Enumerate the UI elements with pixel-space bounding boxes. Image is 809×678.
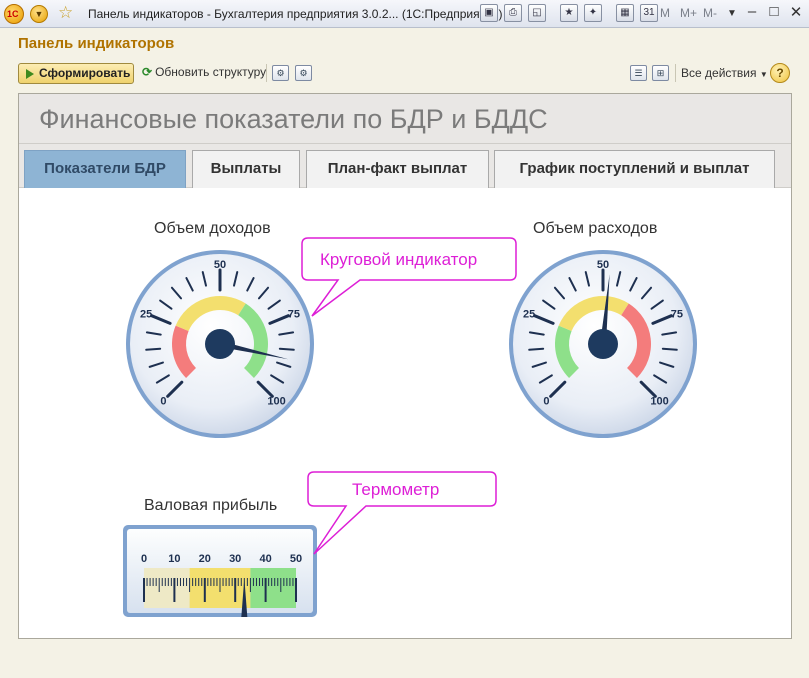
scale-label: 0 — [141, 553, 147, 565]
minor-tick — [528, 347, 545, 351]
thermometer-band-2 — [250, 568, 296, 608]
memory-minus-button[interactable]: M- — [703, 6, 717, 20]
minor-tick — [661, 347, 678, 351]
app-logo-text: 1С — [7, 9, 19, 19]
toolbar-divider — [675, 64, 676, 82]
settings-icon[interactable]: ⚙ — [272, 65, 289, 81]
scale-label: 75 — [671, 308, 683, 320]
scale-label: 50 — [214, 259, 226, 271]
expenses-dial-gauge: 0 25 50 75 100 — [509, 250, 697, 438]
favorite-add-icon[interactable]: ★ — [560, 4, 578, 22]
title-bar: 1С ▼ ☆ Панель индикаторов - Бухгалтерия … — [0, 0, 809, 28]
needle-hub — [205, 329, 235, 359]
scale-label: 40 — [259, 553, 271, 565]
report-title: Финансовые показатели по БДР и БДДС — [39, 104, 548, 134]
save-icon[interactable]: ▣ — [480, 4, 498, 22]
tab-cash-schedule[interactable]: График поступлений и выплат — [494, 150, 775, 188]
thermometer-band-0 — [144, 568, 190, 608]
income-dial-gauge: 0 25 50 75 100 — [126, 250, 314, 438]
scale-label: 10 — [168, 553, 180, 565]
memory-m-button[interactable]: M — [660, 6, 670, 20]
refresh-structure-button[interactable]: ⟳ Обновить структуру — [142, 65, 266, 79]
calendar-icon[interactable]: 31 — [640, 4, 658, 22]
scale-label: 50 — [290, 553, 302, 565]
refresh-structure-label: Обновить структуру — [155, 65, 267, 79]
scale-label: 100 — [650, 396, 668, 408]
title-toolbar: ▣ ⎙ ◱ ★ ✦ ▦ 31 — [480, 4, 658, 24]
scale-label: 0 — [160, 396, 166, 408]
app-logo-icon[interactable]: 1С — [4, 4, 24, 24]
gross-profit-thermometer: 0 10 20 30 40 50 — [123, 525, 317, 617]
gauge-callout-text: Круговой индикатор — [320, 250, 478, 269]
scale-label: 20 — [199, 553, 211, 565]
favorites-star-icon[interactable]: ☆ — [58, 3, 73, 23]
print-icon[interactable]: ⎙ — [504, 4, 522, 22]
maximize-icon[interactable]: □ — [764, 3, 784, 20]
expenses-gauge-title: Объем расходов — [533, 220, 658, 237]
preview-icon[interactable]: ◱ — [528, 4, 546, 22]
page-title: Панель индикаторов — [18, 35, 175, 52]
tab-payments[interactable]: Выплаты — [192, 150, 300, 188]
minor-tick — [145, 347, 162, 351]
memory-plus-button[interactable]: M+ — [680, 6, 697, 20]
thermometer-callout-text: Термометр — [352, 480, 440, 499]
tab-plan-fact[interactable]: План-факт выплат — [306, 150, 489, 188]
tab-bar: Показатели БДР Выплаты План-факт выплат … — [19, 144, 791, 188]
window-title: Панель индикаторов - Бухгалтерия предпри… — [88, 7, 503, 21]
scale-label: 25 — [140, 308, 152, 320]
play-icon — [26, 69, 34, 79]
all-actions-label: Все действия — [681, 66, 757, 80]
help-button[interactable]: ? — [770, 63, 790, 83]
generate-button-label: Сформировать — [39, 66, 131, 80]
generate-button[interactable]: Сформировать — [18, 63, 134, 84]
window-menu-icon[interactable]: ▼ — [722, 8, 742, 19]
chevron-down-icon: ▼ — [759, 70, 768, 79]
gross-profit-title: Валовая прибыль — [144, 497, 278, 514]
income-gauge-title: Объем доходов — [154, 220, 271, 237]
save-settings-icon[interactable]: ⚙ — [295, 65, 312, 81]
scale-label: 75 — [288, 308, 300, 320]
needle-hub — [588, 329, 618, 359]
close-icon[interactable]: ✕ — [786, 3, 806, 21]
calculator-icon[interactable]: ▦ — [616, 4, 634, 22]
tab-bdr-indicators[interactable]: Показатели БДР — [24, 150, 186, 188]
main-menu-icon[interactable]: ▼ — [30, 5, 48, 23]
list-icon[interactable]: ☰ — [630, 65, 647, 81]
scale-label: 30 — [229, 553, 241, 565]
refresh-icon: ⟳ — [142, 65, 153, 79]
toolbar-divider — [266, 64, 267, 82]
command-bar: Сформировать ⟳ Обновить структуру ⚙ ⚙ ☰ ⊞… — [0, 60, 809, 86]
minimize-icon[interactable]: – — [742, 3, 762, 20]
bookmark-icon[interactable]: ✦ — [584, 4, 602, 22]
scale-label: 0 — [543, 396, 549, 408]
minor-tick — [278, 347, 295, 351]
all-actions-menu[interactable]: Все действия ▼ — [681, 66, 768, 80]
scale-label: 50 — [597, 259, 609, 271]
report-header: Финансовые показатели по БДР и БДДС — [19, 94, 791, 144]
scale-label: 25 — [523, 308, 535, 320]
scale-label: 100 — [267, 396, 285, 408]
structure-icon[interactable]: ⊞ — [652, 65, 669, 81]
